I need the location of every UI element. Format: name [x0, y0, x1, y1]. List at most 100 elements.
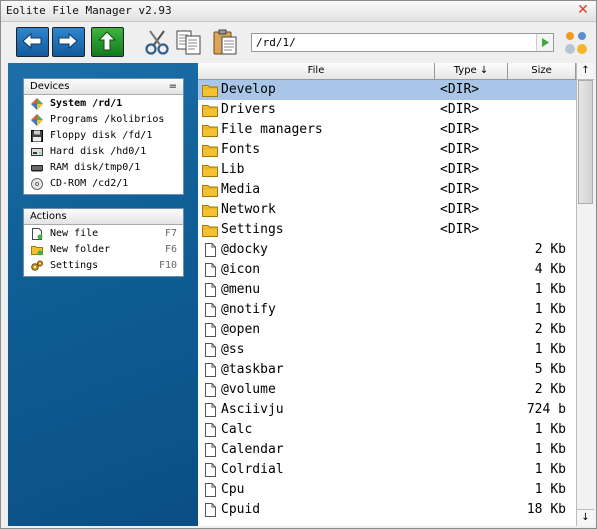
file-row[interactable]: @open 2 Kb	[198, 320, 576, 340]
file-list: Develop <DIR> Drivers <DIR> File managers <DI…	[198, 80, 576, 526]
arrow-up-icon	[97, 31, 117, 51]
file-size: 2 Kb	[534, 322, 566, 337]
column-type[interactable]: Type ↓	[435, 63, 508, 79]
file-name: @volume	[221, 382, 276, 397]
file-name: @ss	[221, 342, 245, 357]
path-field[interactable]	[251, 33, 554, 52]
device-item-floppy[interactable]: Floppy disk /fd/1	[24, 128, 183, 144]
file-row[interactable]: Cpuid 18 Kb	[198, 500, 576, 520]
column-size[interactable]: Size	[508, 63, 576, 79]
file-row[interactable]: @menu 1 Kb	[198, 280, 576, 300]
file-row[interactable]: Cpu 1 Kb	[198, 480, 576, 500]
file-icon	[205, 383, 216, 397]
back-button[interactable]	[16, 27, 49, 57]
file-row[interactable]: Calendar 1 Kb	[198, 440, 576, 460]
arrow-right-icon	[58, 32, 78, 50]
file-type: <DIR>	[440, 222, 480, 237]
floppy-icon	[31, 130, 43, 142]
file-row[interactable]: Settings <DIR>	[198, 220, 576, 240]
file-name: Network	[221, 202, 276, 217]
action-new-file[interactable]: New file F7	[24, 226, 183, 242]
scroll-thumb[interactable]	[578, 80, 593, 204]
file-name: File managers	[221, 122, 323, 137]
new-file-icon	[32, 228, 43, 240]
file-name: @icon	[221, 262, 261, 277]
file-row[interactable]: Calc 1 Kb	[198, 420, 576, 440]
file-icon	[205, 303, 216, 317]
folder-icon	[202, 145, 218, 157]
file-name: Calendar	[221, 442, 284, 457]
file-name: @notify	[221, 302, 276, 317]
file-row[interactable]: File managers <DIR>	[198, 120, 576, 140]
file-icon	[205, 243, 216, 257]
file-row[interactable]: Network <DIR>	[198, 200, 576, 220]
copy-icon[interactable]	[175, 28, 203, 56]
column-file[interactable]: File	[198, 63, 435, 79]
file-icon	[205, 483, 216, 497]
vertical-scrollbar[interactable]: ↑ ↓	[576, 63, 595, 526]
paste-icon[interactable]	[211, 28, 239, 56]
file-row[interactable]: Asciivju 724 b	[198, 400, 576, 420]
path-input[interactable]	[256, 34, 526, 50]
file-row[interactable]: @volume 2 Kb	[198, 380, 576, 400]
actions-panel: Actions New file F7 New folder F6 Settin…	[23, 208, 184, 277]
file-name: Cpuid	[221, 502, 261, 517]
device-label: Programs /kolibrios	[50, 114, 165, 125]
arrow-left-icon	[22, 32, 42, 50]
file-row[interactable]: @taskbar 5 Kb	[198, 360, 576, 380]
scroll-up-button[interactable]: ↑	[577, 63, 594, 80]
cut-icon[interactable]	[143, 28, 171, 56]
device-label: Hard disk /hd0/1	[50, 146, 147, 157]
go-button[interactable]	[536, 34, 553, 51]
file-name: Settings	[221, 222, 284, 237]
file-size: 1 Kb	[534, 422, 566, 437]
programs-icon	[31, 114, 43, 126]
scroll-down-button[interactable]: ↓	[577, 509, 594, 526]
device-item-ram-disk[interactable]: RAM disk/tmp0/1	[24, 160, 183, 176]
file-icon	[205, 323, 216, 337]
file-name: Develop	[221, 82, 276, 97]
up-button[interactable]	[91, 27, 124, 57]
hard-disk-icon	[31, 148, 43, 156]
device-label: CD-ROM /cd2/1	[50, 178, 129, 189]
file-icon	[205, 463, 216, 477]
folder-icon	[202, 125, 218, 137]
close-button[interactable]: ✕	[576, 3, 590, 17]
file-size: 4 Kb	[534, 262, 566, 277]
forward-button[interactable]	[52, 27, 85, 57]
device-item-system[interactable]: System /rd/1	[24, 96, 183, 112]
file-name: Calc	[221, 422, 253, 437]
file-size: 1 Kb	[534, 302, 566, 317]
file-row[interactable]: @icon 4 Kb	[198, 260, 576, 280]
folder-icon	[202, 185, 218, 197]
file-row[interactable]: @docky 2 Kb	[198, 240, 576, 260]
folder-icon	[202, 105, 218, 117]
file-size: 2 Kb	[534, 242, 566, 257]
action-new-folder[interactable]: New folder F6	[24, 242, 183, 258]
file-row[interactable]: @notify 1 Kb	[198, 300, 576, 320]
file-icon	[205, 403, 216, 417]
title-bar[interactable]: Eolite File Manager v2.93 ✕	[1, 1, 596, 22]
device-item-hard-disk[interactable]: Hard disk /hd0/1	[24, 144, 183, 160]
file-name: Cpu	[221, 482, 245, 497]
shortcut-key: F7	[164, 228, 177, 239]
file-row[interactable]: Colrdial 1 Kb	[198, 460, 576, 480]
file-row[interactable]: Lib <DIR>	[198, 160, 576, 180]
device-item-programs[interactable]: Programs /kolibrios	[24, 112, 183, 128]
file-size: 1 Kb	[534, 482, 566, 497]
devices-toggle[interactable]: =	[169, 79, 177, 94]
device-item-cdrom[interactable]: CD-ROM /cd2/1	[24, 176, 183, 192]
action-label: New folder	[50, 244, 111, 255]
file-manager-window: Eolite File Manager v2.93 ✕ /rd/1/ Devic…	[0, 0, 597, 529]
file-row[interactable]: Develop <DIR>	[198, 80, 576, 100]
kolibri-logo-icon	[565, 32, 587, 54]
action-settings[interactable]: Settings F10	[24, 258, 183, 274]
file-row[interactable]: Fonts <DIR>	[198, 140, 576, 160]
file-row[interactable]: Media <DIR>	[198, 180, 576, 200]
file-row[interactable]: @ss 1 Kb	[198, 340, 576, 360]
devices-header[interactable]: Devices =	[24, 79, 183, 95]
shortcut-key: F6	[164, 244, 177, 255]
folder-icon	[202, 225, 218, 237]
file-icon	[205, 503, 216, 517]
file-row[interactable]: Drivers <DIR>	[198, 100, 576, 120]
